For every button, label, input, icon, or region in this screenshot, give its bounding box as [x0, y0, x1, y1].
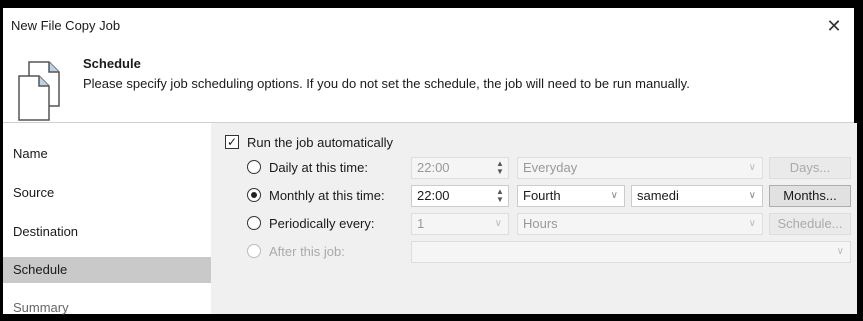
spinner-icon[interactable]: ▲ ▼ [494, 188, 506, 204]
sidebar-item-summary[interactable]: Summary [3, 295, 211, 321]
monthly-label[interactable]: Monthly at this time: [269, 188, 385, 203]
periodic-label[interactable]: Periodically every: [269, 216, 375, 231]
sidebar-item-schedule[interactable]: Schedule [3, 257, 211, 283]
run-auto-checkbox[interactable]: ✓ [225, 135, 239, 149]
monthly-week-select[interactable]: Fourth ∨ [517, 185, 625, 207]
run-auto-label[interactable]: Run the job automatically [247, 135, 393, 150]
step-title: Schedule [83, 56, 141, 71]
file-copy-icon [18, 61, 60, 121]
monthly-time-input[interactable]: 22:00 ▲ ▼ [411, 185, 509, 207]
chevron-down-icon: ∨ [748, 218, 756, 229]
periodic-value-select[interactable]: 1 ∨ [411, 213, 509, 235]
chevron-down-icon: ∨ [494, 218, 502, 229]
daily-radio[interactable] [247, 160, 261, 174]
days-button[interactable]: Days... [769, 157, 851, 179]
sidebar-item-source[interactable]: Source [3, 180, 211, 206]
dialog-window: New File Copy Job ✕ Schedule Please spec… [0, 8, 857, 315]
step-description: Please specify job scheduling options. I… [83, 76, 690, 91]
after-job-radio[interactable] [247, 244, 261, 258]
spinner-icon[interactable]: ▲ ▼ [494, 160, 506, 176]
daily-days-value: Everyday [523, 160, 578, 175]
monthly-week-value: Fourth [523, 188, 561, 203]
periodic-value: 1 [417, 216, 425, 231]
sidebar-item-destination[interactable]: Destination [3, 219, 211, 245]
title-bar: New File Copy Job ✕ [3, 8, 854, 44]
step-header: Schedule Please specify job scheduling o… [3, 44, 854, 128]
chevron-down-icon: ∨ [748, 190, 756, 201]
daily-time-value: 22:00 [417, 160, 450, 175]
window-title: New File Copy Job [11, 18, 121, 33]
chevron-down-icon: ∨ [610, 190, 618, 201]
periodic-unit-select[interactable]: Hours ∨ [517, 213, 763, 235]
monthly-day-select[interactable]: samedi ∨ [631, 185, 763, 207]
close-icon[interactable]: ✕ [822, 14, 846, 38]
schedule-button[interactable]: Schedule... [769, 213, 851, 235]
daily-days-select[interactable]: Everyday ∨ [517, 157, 763, 179]
monthly-day-value: samedi [637, 188, 679, 203]
chevron-down-icon: ∨ [748, 162, 756, 173]
after-job-select[interactable]: ∨ [411, 241, 851, 263]
daily-time-input[interactable]: 22:00 ▲ ▼ [411, 157, 509, 179]
months-button[interactable]: Months... [769, 185, 851, 207]
after-job-label[interactable]: After this job: [269, 244, 345, 259]
sidebar-item-name[interactable]: Name [3, 141, 211, 167]
monthly-time-value: 22:00 [417, 188, 450, 203]
periodic-radio[interactable] [247, 216, 261, 230]
daily-label[interactable]: Daily at this time: [269, 160, 368, 175]
monthly-radio[interactable] [247, 188, 261, 202]
periodic-unit-value: Hours [523, 216, 558, 231]
schedule-panel: ✓ Run the job automatically Daily at thi… [211, 123, 857, 314]
wizard-steps: Name Source Destination Schedule Summary [3, 123, 211, 315]
chevron-down-icon: ∨ [836, 246, 844, 257]
